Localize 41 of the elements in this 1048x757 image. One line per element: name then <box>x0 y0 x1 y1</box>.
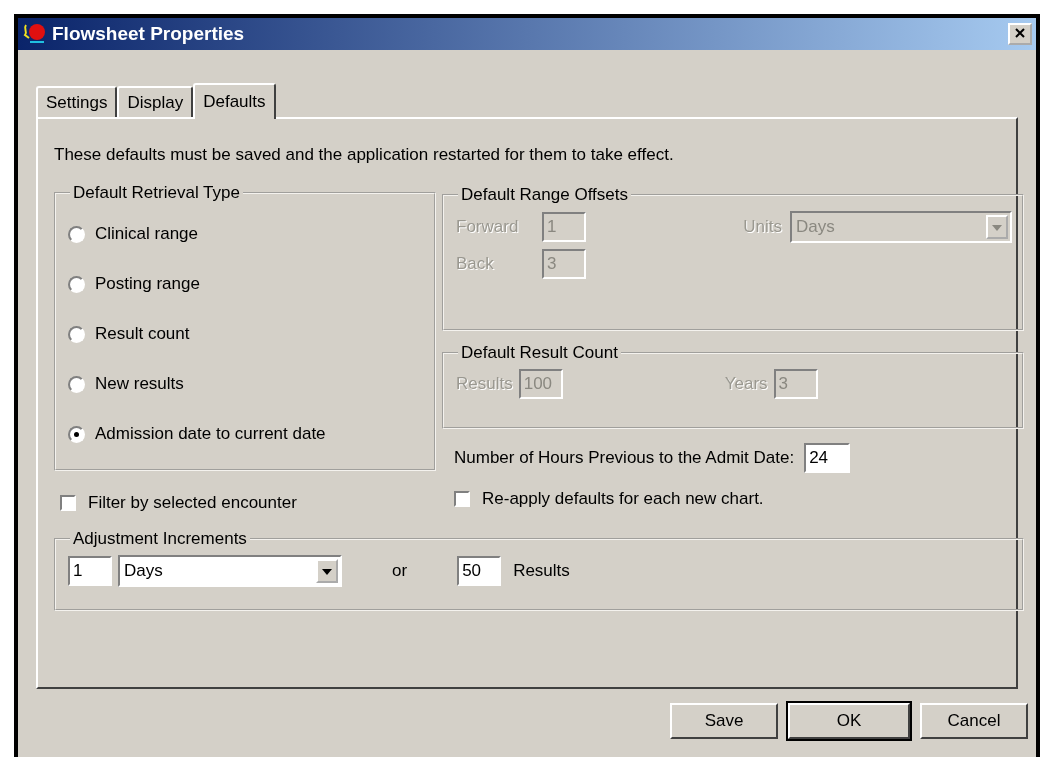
checkbox-label: Re-apply defaults for each new chart. <box>482 489 764 509</box>
app-icon <box>22 22 48 46</box>
tab[interactable]: Settings <box>36 86 118 117</box>
radio-label: Posting range <box>95 274 200 294</box>
dialog-button[interactable]: OK <box>788 703 910 739</box>
window-title: Flowsheet Properties <box>52 23 246 45</box>
close-icon <box>1014 27 1026 39</box>
field-label: Forward <box>456 217 520 237</box>
radio-button[interactable] <box>68 325 85 343</box>
dialog-button[interactable]: Save <box>670 703 778 739</box>
checkbox[interactable] <box>454 491 470 507</box>
checkbox[interactable] <box>60 495 76 511</box>
radio-button[interactable] <box>68 275 85 293</box>
field-label: Number of Hours Previous to the Admit Date: <box>454 448 795 468</box>
field-label: Units <box>743 217 782 237</box>
close-button[interactable] <box>1008 23 1032 45</box>
tab[interactable]: Display <box>117 86 194 117</box>
field-label: Back <box>456 254 495 274</box>
radio-label: New results <box>95 374 184 394</box>
field-label: Years <box>724 374 768 394</box>
group-title: Default Retrieval Type <box>72 183 241 203</box>
dialog-button[interactable]: Cancel <box>920 703 1028 739</box>
or-text: or <box>392 561 408 581</box>
radio-label: Admission date to current date <box>95 424 326 444</box>
radio-button[interactable] <box>68 225 85 243</box>
input-field[interactable]: 1 <box>68 556 112 586</box>
input-field[interactable]: 24 <box>804 443 851 473</box>
notice-text: These defaults must be saved and the application restarted for them to take effect. <box>54 145 675 165</box>
group-title: Default Range Offsets <box>460 185 629 205</box>
group-title: Adjustment Increments <box>72 529 248 549</box>
input-field[interactable]: 50 <box>457 556 502 586</box>
field-label: Results <box>456 374 513 394</box>
tab[interactable]: Defaults <box>193 83 276 119</box>
checkbox-label: Filter by selected encounter <box>88 493 297 513</box>
radio-button[interactable] <box>68 375 85 393</box>
radio-label: Clinical range <box>95 224 198 244</box>
unit-dropdown[interactable]: Days <box>118 555 342 587</box>
radio-button[interactable] <box>68 425 85 443</box>
radio-label: Result count <box>95 324 190 344</box>
group-title: Default Result Count <box>460 343 619 363</box>
field-label: Results <box>513 561 570 581</box>
